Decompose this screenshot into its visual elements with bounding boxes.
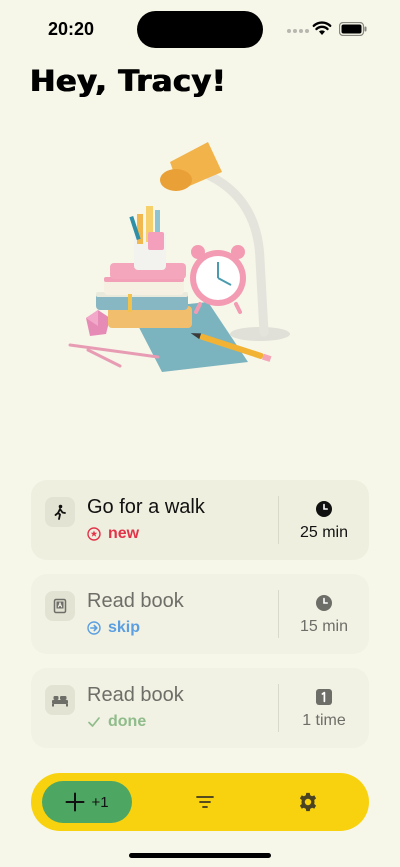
bottom-toolbar: +1 [31,773,369,831]
bed-icon [45,685,75,715]
task-status: done [87,713,146,731]
filter-lines-icon[interactable] [195,792,215,812]
clock-icon [316,595,332,611]
task-status-label: done [108,713,147,730]
status-time: 20:20 [48,19,95,39]
book-icon [45,591,75,621]
home-indicator[interactable] [129,853,271,858]
count-1-icon [316,689,332,705]
task-status-label: new [108,525,140,542]
task-card[interactable]: Go for a walk new 25 min [31,480,369,560]
task-count: 1 time [302,712,346,729]
status-bar: 20:20 [0,0,400,60]
star-circle-icon [87,527,101,541]
task-duration: 15 min [299,618,349,635]
add-task-button[interactable]: +1 [42,781,132,823]
plus-icon [65,792,85,812]
task-status: skip [87,619,140,637]
arrow-circle-icon [87,621,101,635]
gear-icon[interactable] [297,791,319,813]
task-title: Go for a walk [87,496,205,518]
task-card[interactable]: Read book skip 15 min [31,574,369,654]
add-button-label: +1 [91,793,109,811]
checkmark-icon [88,717,100,727]
desk-illustration [68,142,290,372]
cellular-signal-icon [287,29,309,33]
battery-icon [339,22,367,36]
greeting-title: Hey, Tracy! [30,64,227,98]
task-status-label: skip [108,619,141,636]
task-card[interactable]: Read book done 1 time [31,668,369,748]
clock-icon [316,501,332,517]
task-title: Read book [87,590,184,612]
task-title: Read book [87,684,184,706]
walking-person-icon [45,497,75,527]
dynamic-island [137,11,263,48]
wifi-icon [312,21,332,35]
task-duration: 25 min [299,524,349,541]
task-status: new [87,525,139,543]
